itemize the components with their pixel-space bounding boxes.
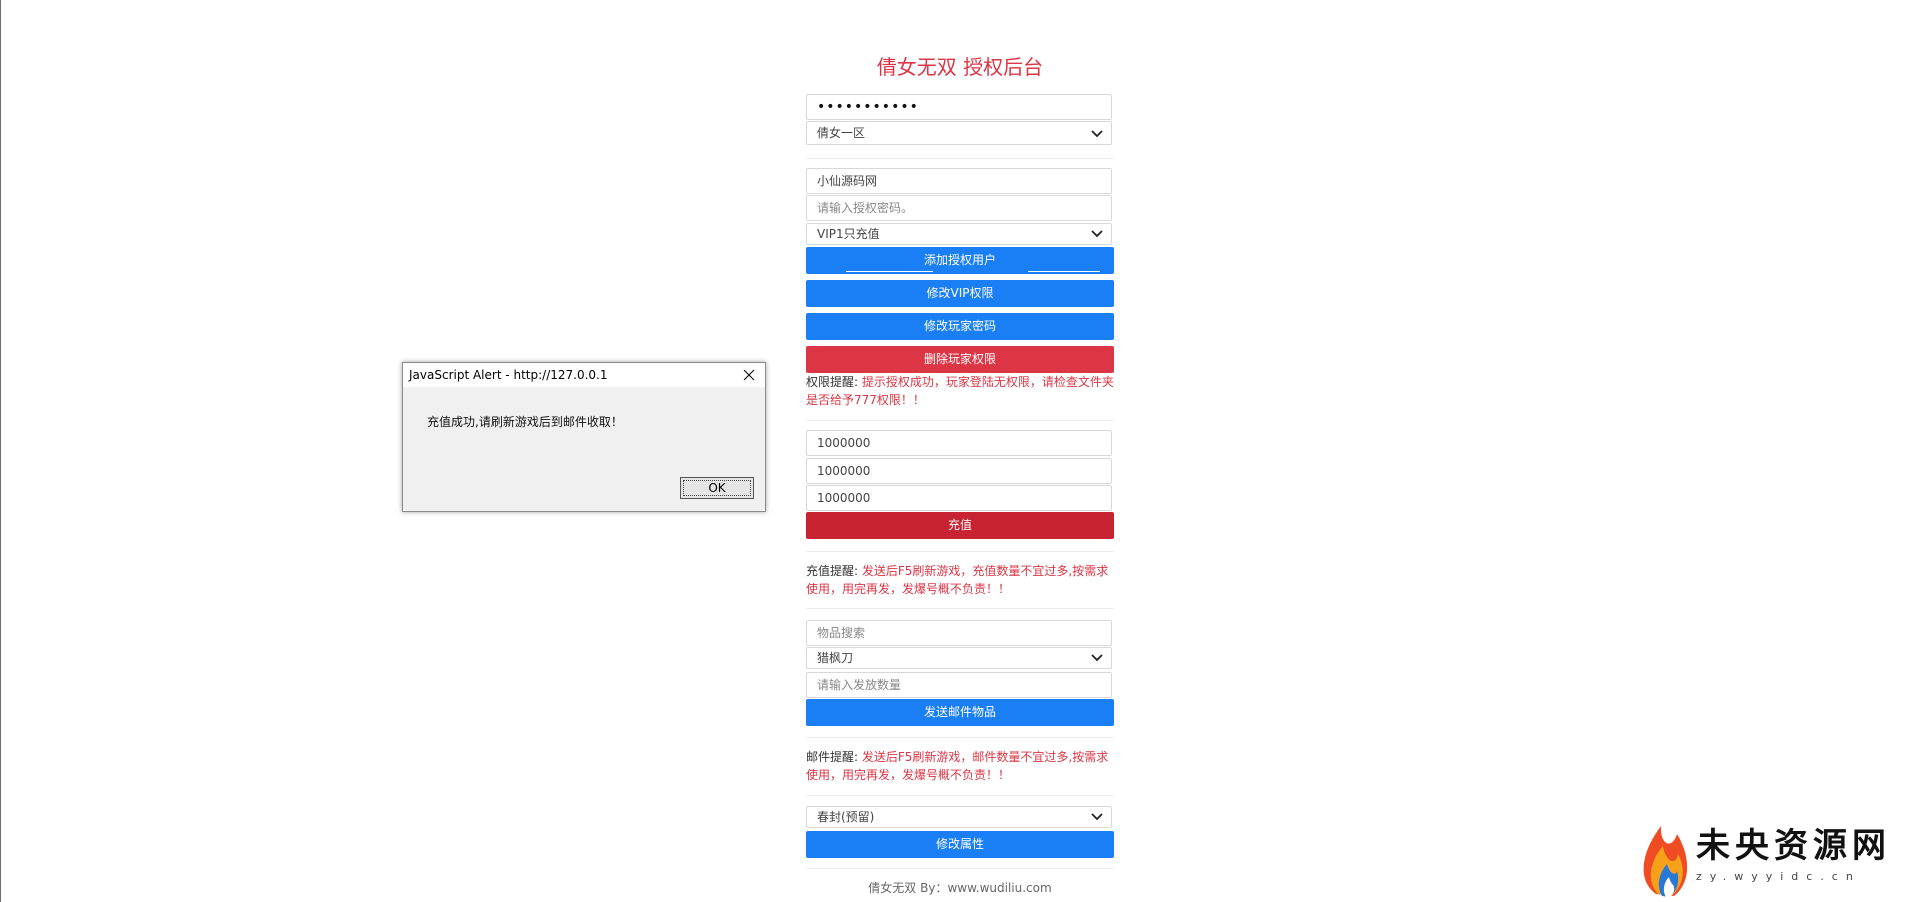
watermark: 未央资源网 zy.wyyidc.cn (1638, 816, 1908, 902)
modify-attribute-button[interactable]: 修改属性 (806, 831, 1114, 858)
window-left-border (0, 0, 1, 902)
dialog-message: 充值成功,请刷新游戏后到邮件收取！ (427, 415, 623, 429)
mail-notice: 邮件提醒: 发送后F5刷新游戏，邮件数量不宜过多,按需求使用，用完再发，发爆号概… (806, 748, 1114, 784)
flame-logo-icon (1643, 826, 1688, 898)
delete-player-permission-button[interactable]: 删除玩家权限 (806, 346, 1114, 373)
section-divider (806, 158, 1114, 159)
chevron-down-icon (1091, 813, 1103, 821)
permission-notice: 权限提醒: 提示授权成功，玩家登陆无权限，请检查文件夹是否给予777权限！！ (806, 373, 1114, 409)
section-divider (806, 551, 1114, 552)
section-divider (806, 737, 1114, 738)
section-divider (806, 795, 1114, 796)
attribute-select-value: 春封(预留) (817, 810, 875, 824)
recharge-button[interactable]: 充值 (806, 512, 1114, 539)
username-input[interactable]: 小仙源码网 (806, 168, 1112, 194)
server-select[interactable]: 倩女一区 (806, 121, 1112, 145)
recharge-amount-field-3[interactable]: 1000000 (806, 485, 1112, 511)
watermark-text: 未央资源网 (1696, 826, 1891, 866)
watermark-subtext: zy.wyyidc.cn (1696, 870, 1861, 883)
footer-credit: 倩女无双 By：www.wudiliu.com (868, 881, 1052, 895)
password-input[interactable]: ••••••••••• (806, 94, 1112, 120)
authorization-password-input[interactable]: 请输入授权密码。 (806, 195, 1112, 221)
recharge-notice: 充值提醒: 发送后F5刷新游戏，充值数量不宜过多,按需求使用，用完再发，发爆号概… (806, 562, 1114, 598)
vip-level-select[interactable]: VIP1只充值 (806, 223, 1112, 245)
close-button[interactable] (733, 363, 765, 387)
ok-button[interactable]: OK (680, 477, 754, 499)
recharge-notice-label: 充值提醒: (806, 564, 862, 578)
dialog-titlebar: JavaScript Alert - http://127.0.0.1 (403, 363, 765, 387)
send-mail-item-button[interactable]: 发送邮件物品 (806, 699, 1114, 726)
chevron-down-icon (1091, 130, 1103, 138)
vip-level-select-value: VIP1只充值 (817, 227, 880, 241)
dialog-title: JavaScript Alert - http://127.0.0.1 (409, 368, 608, 382)
section-divider (806, 420, 1114, 421)
chevron-down-icon (1091, 654, 1103, 662)
mail-item-select-value: 猎枫刀 (817, 651, 854, 665)
ok-button-label: OK (708, 481, 726, 495)
chevron-down-icon (1091, 230, 1103, 238)
mail-item-select[interactable]: 猎枫刀 (806, 647, 1112, 669)
rendering-artifact (1028, 271, 1100, 272)
recharge-amount-field-1[interactable]: 1000000 (806, 430, 1112, 456)
server-select-value: 倩女一区 (817, 126, 866, 140)
modify-player-password-button[interactable]: 修改玩家密码 (806, 313, 1114, 340)
attribute-select[interactable]: 春封(预留) (806, 806, 1112, 828)
item-search-input[interactable]: 物品搜索 (806, 620, 1112, 646)
rendering-artifact (846, 271, 933, 272)
add-authorized-user-button[interactable]: 添加授权用户 (806, 247, 1114, 274)
close-icon (743, 369, 755, 381)
permission-notice-label: 权限提醒: (806, 375, 862, 389)
recharge-amount-field-2[interactable]: 1000000 (806, 458, 1112, 484)
section-divider (806, 608, 1114, 609)
mail-notice-label: 邮件提醒: (806, 750, 862, 764)
page-title: 倩女无双 授权后台 (876, 55, 1044, 79)
javascript-alert-dialog: JavaScript Alert - http://127.0.0.1 充值成功… (402, 362, 766, 512)
modify-vip-button[interactable]: 修改VIP权限 (806, 280, 1114, 307)
mail-quantity-input[interactable]: 请输入发放数量 (806, 672, 1112, 698)
section-divider (806, 868, 1114, 869)
